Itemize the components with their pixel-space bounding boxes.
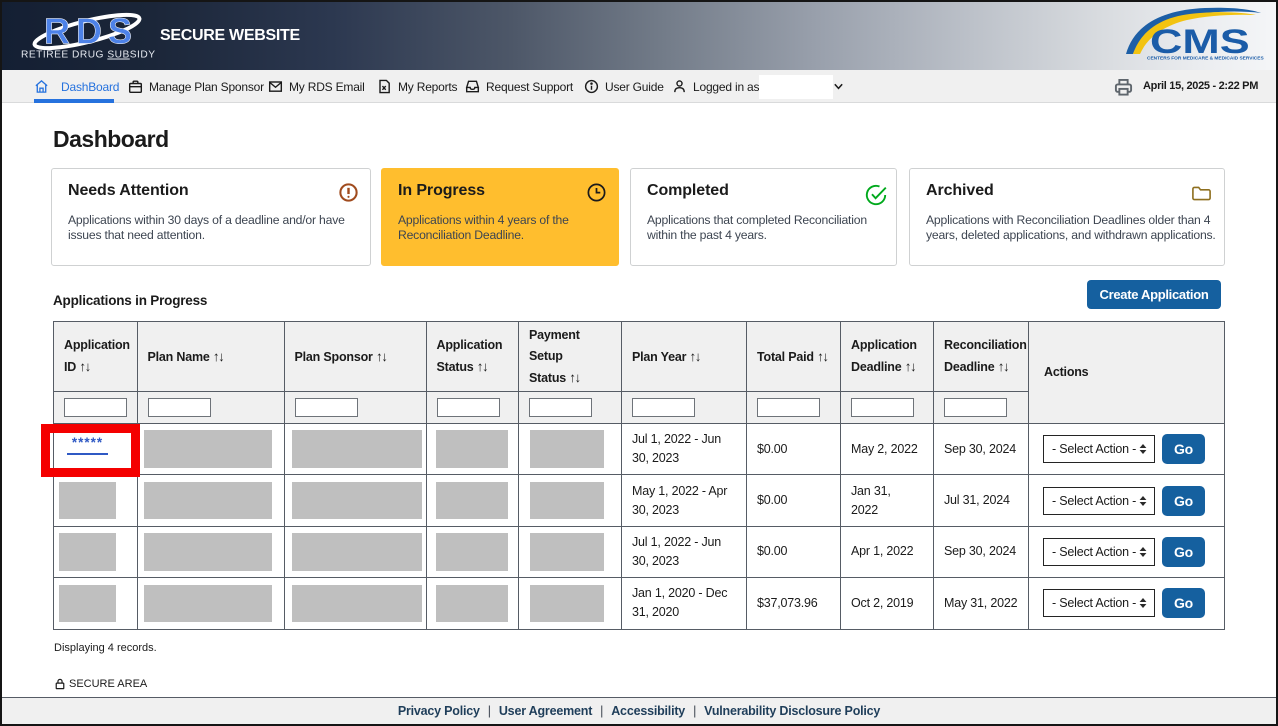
svg-text:CENTERS FOR MEDICARE & MEDICAI: CENTERS FOR MEDICARE & MEDICAID SERVICES [1147, 56, 1264, 62]
svg-text:RDS: RDS [44, 11, 138, 52]
svg-text:CMS: CMS [1150, 23, 1250, 61]
svg-text:RETIREE DRUG SUBSIDY: RETIREE DRUG SUBSIDY [21, 50, 156, 61]
